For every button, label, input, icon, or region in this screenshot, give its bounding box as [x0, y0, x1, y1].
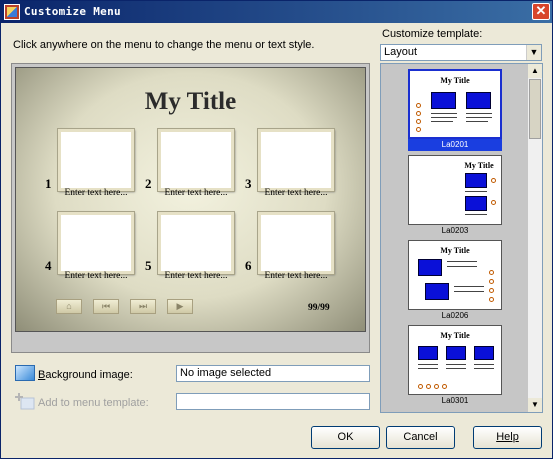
window-title: Customize Menu — [24, 5, 121, 18]
menu-thumbnail-3[interactable] — [258, 129, 334, 191]
menu-thumbnail-6[interactable] — [258, 212, 334, 274]
template-thumbnail[interactable]: My Title — [408, 325, 502, 395]
background-image-icon[interactable] — [15, 365, 35, 381]
skip-back-icon[interactable]: ⏮ — [93, 299, 119, 314]
template-select[interactable]: Layout ▼ — [380, 44, 542, 61]
template-list[interactable]: My Title La0201 My Title La0203 My Title… — [380, 63, 543, 413]
menu-text-3[interactable]: Enter text here... — [251, 188, 341, 198]
template-scrollbar[interactable]: ▲ ▼ — [528, 64, 542, 412]
instruction-text: Click anywhere on the menu to change the… — [13, 39, 315, 51]
template-name: La0201 — [408, 139, 502, 151]
add-template-icon — [15, 393, 35, 410]
template-title: My Title — [440, 246, 470, 255]
background-image-field[interactable]: No image selected — [176, 365, 370, 382]
template-item-la0206[interactable]: My Title La0206 — [408, 240, 502, 322]
template-select-value: Layout — [384, 46, 418, 58]
title-bar: Customize Menu ✕ — [1, 1, 552, 23]
menu-thumbnail-1[interactable] — [58, 129, 134, 191]
menu-text-6[interactable]: Enter text here... — [251, 271, 341, 281]
template-title: My Title — [464, 161, 494, 170]
chevron-down-icon[interactable]: ▼ — [526, 45, 541, 60]
scroll-up-icon[interactable]: ▲ — [528, 64, 542, 78]
close-icon[interactable]: ✕ — [532, 3, 550, 20]
scroll-thumb[interactable] — [529, 79, 541, 139]
template-title: My Title — [440, 331, 470, 340]
label-rest: ackground image: — [45, 369, 133, 381]
customize-menu-dialog: Customize Menu ✕ Click anywhere on the m… — [0, 0, 553, 459]
menu-text-4[interactable]: Enter text here... — [51, 271, 141, 281]
template-name: La0203 — [441, 226, 469, 235]
template-item-la0203[interactable]: My Title La0203 — [408, 155, 502, 237]
play-icon[interactable]: ▶ — [167, 299, 193, 314]
menu-text-2[interactable]: Enter text here... — [151, 188, 241, 198]
cancel-button[interactable]: Cancel — [386, 426, 455, 449]
scroll-down-icon[interactable]: ▼ — [528, 398, 542, 412]
add-template-label: Add to menu template: — [38, 397, 149, 409]
template-thumbnail[interactable]: My Title — [408, 240, 502, 310]
app-icon — [4, 4, 20, 20]
home-icon[interactable]: ⌂ — [56, 299, 82, 314]
template-item-la0201[interactable]: My Title La0201 — [408, 69, 502, 151]
template-name: La0301 — [441, 396, 469, 405]
help-button-label: Help — [496, 431, 519, 443]
background-image-label: Background image: — [38, 369, 133, 381]
menu-text-1[interactable]: Enter text here... — [51, 188, 141, 198]
menu-text-5[interactable]: Enter text here... — [151, 271, 241, 281]
template-thumbnail[interactable]: My Title — [408, 155, 502, 225]
template-thumbnail[interactable]: My Title — [408, 69, 502, 139]
menu-preview[interactable]: My Title 1 Enter text here... 2 Enter te… — [15, 67, 366, 332]
template-label: Customize template: — [382, 28, 483, 40]
skip-forward-icon[interactable]: ⏭ — [130, 299, 156, 314]
template-item-la0301[interactable]: My Title La0301 — [408, 325, 502, 407]
menu-thumbnail-4[interactable] — [58, 212, 134, 274]
template-title: My Title — [440, 76, 470, 85]
menu-title[interactable]: My Title — [16, 88, 365, 116]
add-template-field — [176, 393, 370, 410]
page-count: 99/99 — [308, 303, 330, 313]
template-name: La0206 — [441, 311, 469, 320]
menu-thumbnail-2[interactable] — [158, 129, 234, 191]
menu-thumbnail-5[interactable] — [158, 212, 234, 274]
menu-preview-frame: My Title 1 Enter text here... 2 Enter te… — [11, 63, 370, 353]
ok-button[interactable]: OK — [311, 426, 380, 449]
help-button[interactable]: Help — [473, 426, 542, 449]
